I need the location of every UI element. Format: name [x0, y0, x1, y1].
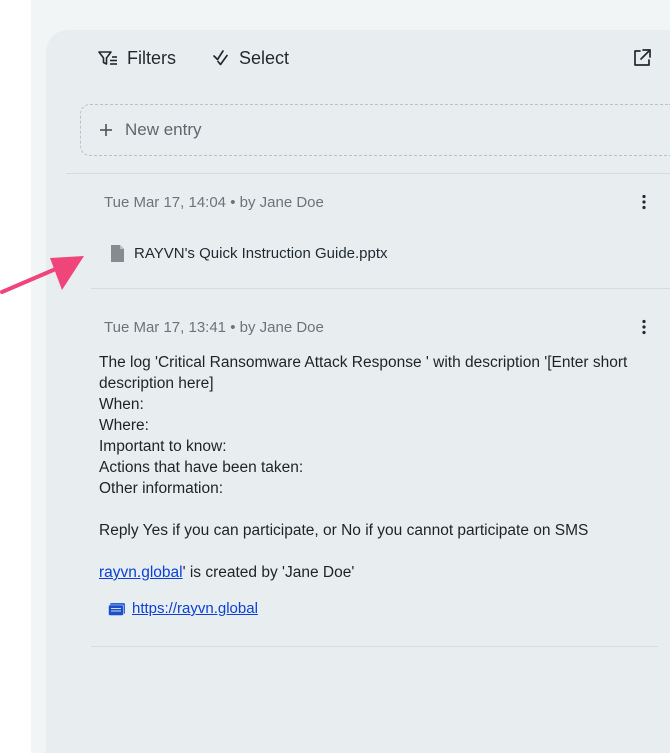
more-options-icon[interactable] [641, 319, 647, 335]
message-line: Other information: [99, 480, 224, 497]
select-label: Select [239, 47, 290, 68]
log-panel: Filters Select New entry Tue Mar 17, 14:… [46, 30, 670, 753]
entry-meta: Tue Mar 17, 14:04 • by Jane Doe [104, 194, 324, 211]
message-line: Actions that have been taken: [99, 459, 304, 476]
message-link-line: rayvn.global' is created by 'Jane Doe' [99, 562, 659, 583]
new-entry-input[interactable]: New entry [80, 104, 670, 156]
plus-icon [100, 124, 112, 136]
link-preview[interactable]: https://rayvn.global [108, 600, 258, 617]
checkmarks-icon [213, 50, 228, 66]
attachment-file[interactable]: RAYVN's Quick Instruction Guide.pptx [110, 244, 388, 263]
select-button[interactable]: Select [212, 45, 289, 71]
more-options-icon[interactable] [641, 194, 647, 210]
link-suffix: ' is created by 'Jane Doe' [182, 564, 355, 581]
link-preview-url[interactable]: https://rayvn.global [132, 600, 258, 617]
filter-icon [98, 51, 117, 65]
message-line: The log 'Critical Ransomware Attack Resp… [99, 354, 628, 392]
divider [91, 646, 658, 647]
message-line: When: [99, 396, 144, 413]
meta-separator: • [230, 319, 236, 336]
entry-author: by Jane Doe [239, 319, 324, 336]
browser-window-icon [108, 602, 125, 616]
entry-message: The log 'Critical Ransomware Attack Resp… [99, 352, 659, 583]
attachment-filename: RAYVN's Quick Instruction Guide.pptx [134, 245, 388, 262]
message-line: Where: [99, 417, 149, 434]
meta-separator: • [230, 194, 236, 211]
message-line: Important to know: [99, 438, 227, 455]
entry-timestamp: Tue Mar 17, 13:41 [104, 319, 227, 336]
filters-button[interactable]: Filters [98, 45, 176, 71]
filters-label: Filters [127, 47, 176, 68]
rayvn-link[interactable]: rayvn.global [99, 564, 183, 581]
entry-author: by Jane Doe [239, 194, 324, 211]
open-external-icon[interactable] [631, 47, 653, 69]
message-line: Reply Yes if you can participate, or No … [99, 522, 589, 539]
pointer-arrow-icon [0, 256, 84, 294]
entry-meta: Tue Mar 17, 13:41 • by Jane Doe [104, 319, 324, 336]
divider [66, 173, 670, 174]
panel-toolbar: Filters Select [46, 30, 670, 86]
divider [91, 288, 670, 289]
new-entry-label: New entry [125, 120, 202, 139]
document-icon [111, 245, 124, 262]
entry-timestamp: Tue Mar 17, 14:04 [104, 194, 227, 211]
